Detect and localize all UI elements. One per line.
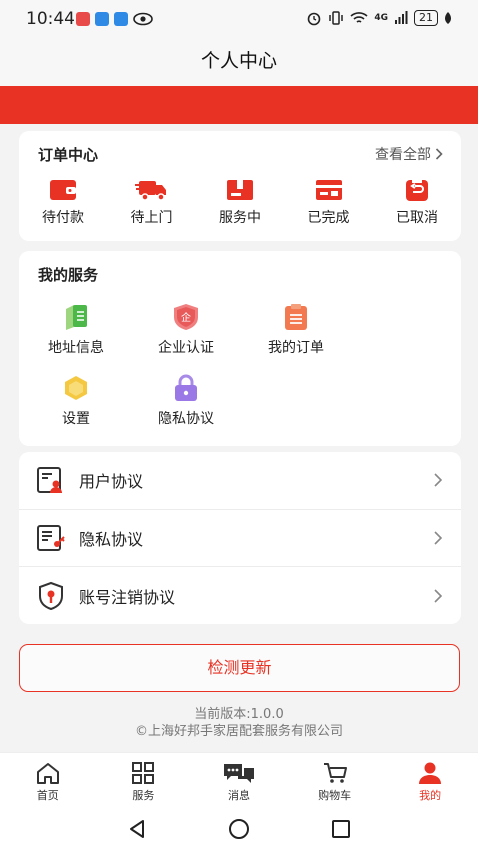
- message-notification-icon: [95, 12, 109, 26]
- service-box-icon: [227, 180, 253, 200]
- service-item-label: 我的订单: [268, 340, 324, 356]
- chat-icon: [223, 764, 254, 783]
- service-item-label: 设置: [62, 411, 90, 427]
- list-item-label: 用户协议: [79, 472, 144, 492]
- cart-icon: [323, 763, 347, 783]
- home-nav-icon[interactable]: [228, 818, 250, 840]
- tab-home[interactable]: 首页: [8, 753, 88, 810]
- my-services-card: 我的服务 地址信息 企 企业认证 我的订单 设置 隐私协议: [19, 251, 461, 446]
- order-pending-payment[interactable]: 待付款: [27, 177, 99, 227]
- check-update-button[interactable]: 检测更新: [19, 644, 460, 692]
- title-bar: 个人中心: [0, 38, 478, 86]
- leaf-icon: [445, 12, 451, 24]
- vibrate-icon: [329, 11, 344, 25]
- header-banner: [0, 86, 478, 124]
- user-agreement-row[interactable]: 用户协议: [19, 452, 461, 510]
- app-notification-icon: [76, 12, 90, 26]
- order-center-card: 订单中心 查看全部 待付款 待上门 服务中 已完成 已取消: [19, 131, 461, 241]
- signal-icon: [395, 11, 408, 24]
- status-bar: 10:44 4G 21: [0, 0, 478, 38]
- enterprise-shield-icon: 企: [174, 304, 198, 330]
- home-icon: [36, 763, 59, 784]
- grid-icon: [132, 762, 155, 784]
- service-address-info[interactable]: 地址信息: [21, 297, 131, 368]
- my-services-title: 我的服务: [38, 265, 99, 284]
- notification-icons: [76, 12, 153, 26]
- service-item-label: 地址信息: [48, 340, 104, 356]
- back-icon[interactable]: [126, 818, 148, 840]
- completed-card-icon: [315, 180, 342, 200]
- list-item-label: 隐私协议: [79, 529, 144, 549]
- network-type: 4G: [374, 13, 388, 23]
- chevron-right-icon: [434, 589, 443, 603]
- order-completed[interactable]: 已完成: [293, 177, 365, 227]
- privacy-agreement-row[interactable]: 隐私协议: [19, 510, 461, 567]
- service-settings[interactable]: 设置: [21, 368, 131, 439]
- wifi-icon: [350, 12, 368, 23]
- order-item-label: 待上门: [130, 210, 173, 226]
- status-time: 10:44: [26, 9, 75, 29]
- agreements-list: 用户协议 隐私协议 账号注销协议: [19, 452, 461, 624]
- order-awaiting-visit[interactable]: 待上门: [116, 177, 188, 227]
- tab-label: 购物车: [318, 789, 352, 802]
- order-list-icon: [285, 304, 307, 330]
- status-right: 4G 21: [306, 10, 452, 26]
- service-enterprise-auth[interactable]: 企 企业认证: [131, 297, 241, 368]
- order-item-label: 服务中: [219, 210, 261, 226]
- tab-label: 服务: [132, 789, 155, 802]
- order-cancelled[interactable]: 已取消: [381, 177, 453, 227]
- order-in-service[interactable]: 服务中: [204, 177, 276, 227]
- user-agreement-icon: [37, 467, 62, 494]
- address-book-icon: [66, 305, 87, 330]
- tab-label: 首页: [36, 789, 59, 802]
- privacy-lock-icon: [175, 374, 197, 401]
- service-item-label: 隐私协议: [158, 411, 214, 427]
- copyright-text: ©上海好邦手家居配套服务有限公司: [134, 724, 343, 739]
- account-cancel-agreement-row[interactable]: 账号注销协议: [19, 567, 461, 625]
- privacy-agreement-icon: [37, 524, 65, 551]
- alarm-icon: [308, 12, 321, 26]
- bottom-tab-bar: 首页 服务 消息 购物车 我的: [0, 752, 478, 810]
- service-privacy-protocol[interactable]: 隐私协议: [131, 368, 241, 439]
- tab-messages[interactable]: 消息: [199, 753, 279, 810]
- chat-notification-icon: [114, 12, 128, 26]
- list-item-label: 账号注销协议: [79, 587, 176, 607]
- tab-label: 消息: [227, 789, 250, 802]
- system-nav-bar: [0, 810, 478, 850]
- page-title: 个人中心: [200, 50, 277, 72]
- tab-label: 我的: [419, 789, 442, 802]
- order-item-label: 已取消: [396, 210, 438, 226]
- chevron-right-icon: [435, 148, 443, 160]
- order-item-label: 已完成: [307, 210, 350, 226]
- svg-text:企: 企: [181, 311, 191, 324]
- battery-level: 21: [414, 10, 438, 26]
- tab-services[interactable]: 服务: [103, 753, 183, 810]
- service-item-label: 企业认证: [158, 340, 214, 356]
- chevron-right-icon: [434, 473, 443, 487]
- chevron-right-icon: [434, 531, 443, 545]
- tab-mine[interactable]: 我的: [390, 753, 470, 810]
- eye-icon: [133, 12, 153, 26]
- profile-icon: [419, 762, 442, 784]
- tab-cart[interactable]: 购物车: [295, 753, 375, 810]
- account-cancel-icon: [39, 581, 63, 610]
- version-info: 当前版本:1.0.0 ©上海好邦手家居配套服务有限公司: [0, 706, 478, 740]
- delivery-truck-icon: [134, 181, 166, 201]
- cancelled-return-icon: [406, 180, 428, 201]
- service-my-orders[interactable]: 我的订单: [241, 297, 351, 368]
- order-center-title: 订单中心: [38, 145, 99, 164]
- order-item-label: 待付款: [42, 210, 84, 226]
- recents-icon[interactable]: [330, 818, 352, 840]
- version-number: 当前版本:1.0.0: [194, 707, 284, 722]
- settings-hexagon-icon: [65, 376, 87, 400]
- view-all-orders-link[interactable]: 查看全部: [375, 144, 443, 164]
- wallet-icon: [50, 180, 76, 200]
- view-all-label: 查看全部: [375, 147, 431, 163]
